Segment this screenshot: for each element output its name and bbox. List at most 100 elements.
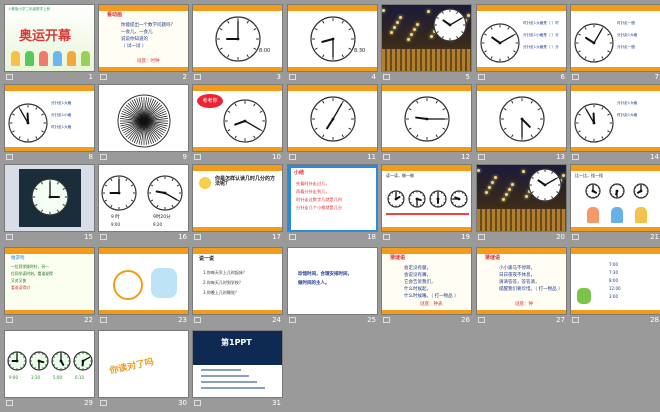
slide-canvas[interactable]: 看动画你能提出一个数学问题吗？一会儿，一会儿说说你知道的（ 试一试 ）谜底：时钟 [98, 4, 189, 72]
slide-canvas[interactable] [381, 84, 472, 152]
slide-canvas[interactable]: 8:30 [287, 4, 378, 72]
clock-face [309, 95, 357, 143]
slide-canvas[interactable]: 比一比，找一找 [570, 164, 660, 232]
slide-thumbnail-18[interactable]: 小结先看时针走过几，再看分针走到几，时针走过数字几就是几时分针走几个小格就是几分… [287, 164, 378, 246]
firework-spark [511, 183, 514, 186]
slide-text: 什么时候睡。（ 打一物品 ） [404, 294, 459, 299]
slide-number: 3 [277, 73, 281, 81]
slide-canvas[interactable]: 珍惜时间，合理安排时间，做时间的主人。 [287, 247, 378, 315]
slide-canvas[interactable]: 8:00 [192, 4, 283, 72]
slide-canvas[interactable]: 你是怎样认读几时几分的方法呢？ [192, 164, 283, 232]
clock-face [28, 350, 50, 372]
slide-top-bar [193, 5, 282, 11]
slide-thumbnail-17[interactable]: 你是怎样认读几时几分的方法呢？17 [192, 164, 283, 246]
slide-number: 15 [84, 233, 93, 241]
slide-canvas[interactable] [98, 247, 189, 315]
cartoon-figure [53, 51, 62, 66]
slide-thumbnail-3[interactable]: 8:00 3 [192, 4, 283, 86]
clock-pin [593, 42, 596, 45]
slide-canvas[interactable]: 分针走1大格分针走1小格时针走1大格 [4, 84, 95, 152]
slide-thumbnail-19[interactable]: 读一读，做一做19 [381, 164, 472, 246]
slide-thumbnail-14[interactable]: 分针走1大格时针走1大格14 [570, 84, 660, 166]
slide-thumbnail-21[interactable]: 比一比，找一找21 [570, 164, 660, 246]
slide-canvas[interactable]: 考考你 [192, 84, 283, 152]
slide-thumbnail-6[interactable]: 时针走1大格是（ ）时分针走1小格是（ ）分分针走1大格是（ ）分6 [476, 4, 567, 86]
slide-thumbnail-29[interactable]: 9:003:305:006:1029 [4, 330, 95, 412]
slide-canvas[interactable]: 9 时9时20分9:009:20 [98, 164, 189, 232]
slide-canvas[interactable] [381, 4, 472, 72]
clock-readout: 8:00 [259, 49, 270, 54]
slide-canvas[interactable]: 猜谜语小小骏马不停蹄，日日夜夜不休息，滴滴答答，答答滴，提醒我们要珍惜。（ 打一… [476, 247, 567, 315]
slide-canvas[interactable] [476, 84, 567, 152]
slide-text: 它会告诉我们， [404, 280, 436, 285]
clock-tick [431, 195, 432, 196]
slide-thumbnail-27[interactable]: 猜谜语小小骏马不停蹄，日日夜夜不休息，滴滴答答，答答滴，提醒我们要珍惜。（ 打一… [476, 247, 567, 329]
slide-thumbnail-20[interactable]: 20 [476, 164, 567, 246]
slide-thumbnail-7[interactable]: 时针走一圈分针走1大格分针走一圈7 [570, 4, 660, 86]
clock-tick [23, 357, 24, 358]
slide-canvas[interactable]: 第1PPT [192, 330, 283, 398]
slide-thumbnail-26[interactable]: 猜谜语会走没有腿，会说没有嘴，它会告诉我们，什么时候起，什么时候睡。（ 打一物品… [381, 247, 472, 329]
slide-bottom-bar [193, 67, 282, 71]
clock-pin [237, 38, 240, 41]
slide-canvas[interactable]: 分针走1大格时针走1大格 [570, 84, 660, 152]
slide-transition-icon [289, 317, 296, 323]
slide-text: 看谁读得对 [11, 285, 30, 290]
slide-thumbnail-22[interactable]: 做游戏一位同学拨时针，另一位同学读时刻，看谁说得又对又快看谁读得对22 [4, 247, 95, 329]
slide-text: 分针走几个小格就是几分 [296, 205, 342, 210]
slide-canvas[interactable] [4, 164, 95, 232]
slide-thumbnail-13[interactable]: 13 [476, 84, 567, 166]
slide-thumbnail-2[interactable]: 看动画你能提出一个数学问题吗？一会儿，一会儿说说你知道的（ 试一试 ）谜底：时钟… [98, 4, 189, 86]
slide-canvas[interactable]: 说一说1.你每天早上几时起床？2.你每天几时到学校？3.你晚上几时睡觉？ [192, 247, 283, 315]
slide-canvas[interactable]: 你读对了吗 [98, 330, 189, 398]
slide-text: 先看时针走过几， [296, 181, 330, 186]
slide-canvas[interactable]: 做游戏一位同学拨时针，另一位同学读时刻，看谁说得又对又快看谁读得对 [4, 247, 95, 315]
clock-tick [392, 205, 393, 206]
slide-sorter-grid: 人教版小学二年级数学上册奥运开幕1看动画你能提出一个数学问题吗？一会儿，一会儿说… [0, 0, 660, 410]
clock-pin [332, 38, 335, 41]
slide-text: 时针走一圈 [617, 21, 635, 26]
slide-canvas[interactable]: 7:007:308:0012:003:00 [570, 247, 660, 315]
clock-tick [57, 367, 58, 368]
clock-tick [444, 195, 445, 196]
slide-thumbnail-16[interactable]: 9 时9时20分9:009:2016 [98, 164, 189, 246]
clock-tick [13, 354, 14, 355]
slide-thumbnail-10[interactable]: 考考你10 [192, 84, 283, 166]
slide-thumbnail-5[interactable]: 5 [381, 4, 472, 86]
slide-thumbnail-4[interactable]: 8:304 [287, 4, 378, 86]
slide-text: 7:00 [609, 262, 618, 267]
clock-tick [462, 205, 463, 206]
clock-tick [79, 367, 80, 368]
firework-spark [491, 181, 494, 184]
slide-thumbnail-11[interactable]: 11 [287, 84, 378, 166]
slide-thumbnail-12[interactable]: 12 [381, 84, 472, 166]
slide-canvas[interactable] [287, 84, 378, 152]
slide-bottom-bar [5, 310, 94, 314]
slide-header: 说一说 [199, 257, 214, 262]
slide-text: 时针走1大格是（ ）时 [523, 21, 559, 26]
slide-canvas[interactable]: 9:003:305:006:10 [4, 330, 95, 398]
slide-thumbnail-23[interactable]: 23 [98, 247, 189, 329]
slide-thumbnail-9[interactable]: 9 [98, 84, 189, 166]
slide-canvas[interactable]: 人教版小学二年级数学上册奥运开幕 [4, 4, 95, 72]
slide-thumbnail-8[interactable]: 分针走1大格分针走1小格时针走1大格8 [4, 84, 95, 166]
slide-thumbnail-28[interactable]: 7:007:308:0012:003:0028 [570, 247, 660, 329]
slide-canvas[interactable]: 小结先看时针走过几，再看分针走到几，时针走过数字几就是几时分针走几个小格就是几分 [287, 164, 378, 232]
clock-tick [465, 195, 466, 196]
slide-thumbnail-24[interactable]: 说一说1.你每天早上几时起床？2.你每天几时到学校？3.你晚上几时睡觉？24 [192, 247, 283, 329]
slide-thumbnail-1[interactable]: 人教版小学二年级数学上册奥运开幕1 [4, 4, 95, 86]
slide-thumbnail-31[interactable]: 第1PPT31 [192, 330, 283, 412]
slide-text: 1.你每天早上几时起床？ [203, 270, 247, 275]
slide-thumbnail-25[interactable]: 珍惜时间，合理安排时间，做时间的主人。25 [287, 247, 378, 329]
slide-canvas[interactable]: 读一读，做一做 [381, 164, 472, 232]
slide-text: 滴滴答答，答答滴， [499, 280, 540, 285]
slide-canvas[interactable] [476, 164, 567, 232]
cartoon-figure [577, 288, 591, 304]
slide-thumbnail-15[interactable]: 15 [4, 164, 95, 246]
clock-pin [521, 118, 524, 121]
slide-canvas[interactable] [98, 84, 189, 152]
slide-canvas[interactable]: 时针走1大格是（ ）时分针走1小格是（ ）分分针走1大格是（ ）分 [476, 4, 567, 72]
slide-canvas[interactable]: 猜谜语会走没有腿，会说没有嘴，它会告诉我们，什么时候起，什么时候睡。（ 打一物品… [381, 247, 472, 315]
slide-thumbnail-30[interactable]: 你读对了吗30 [98, 330, 189, 412]
slide-canvas[interactable]: 时针走一圈分针走1大格分针走一圈 [570, 4, 660, 72]
